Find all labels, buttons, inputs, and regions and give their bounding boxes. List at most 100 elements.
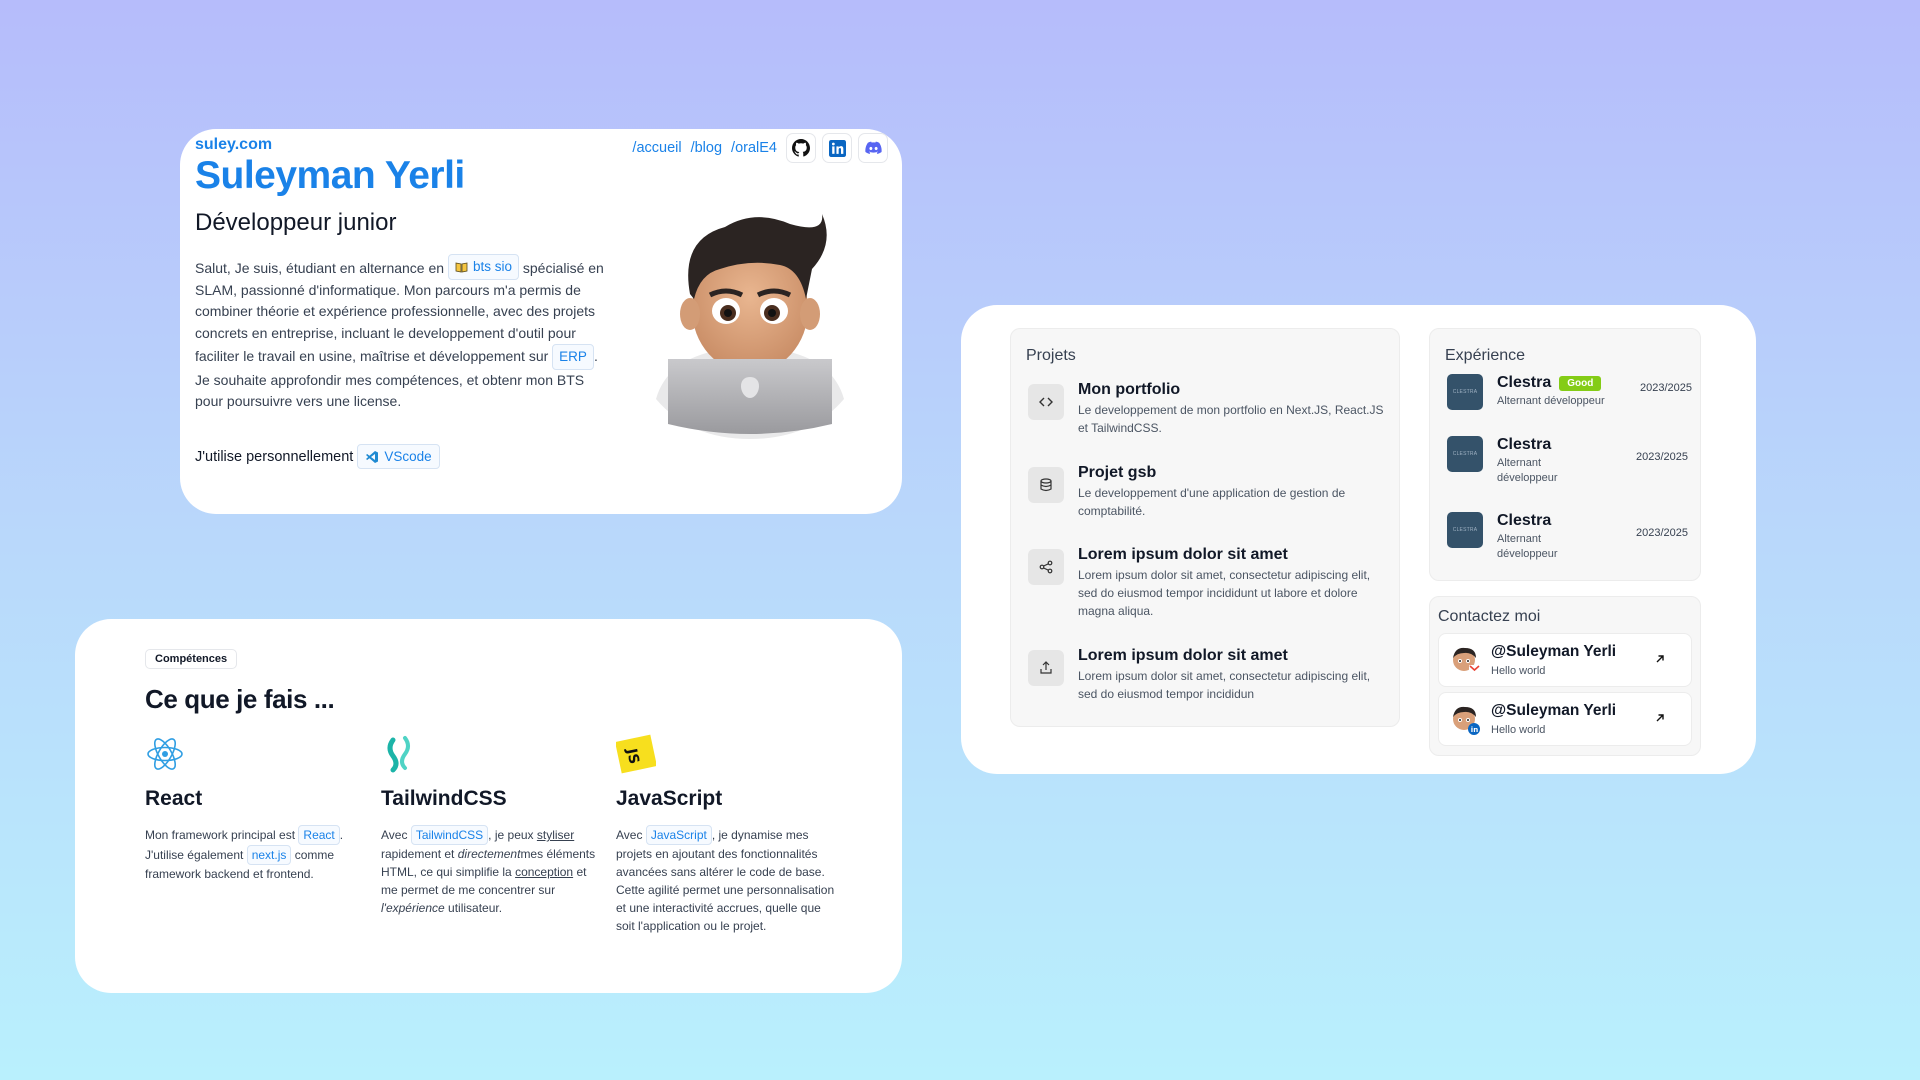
experience-panel: Expérience CLESTRA Clestra Good Alternant… [1429,328,1701,581]
company-name: Clestra [1497,512,1552,529]
project-title: Lorem ipsum dolor sit amet [1078,546,1288,563]
share-icon [1028,549,1064,585]
nav-accueil[interactable]: /accueil [632,140,681,156]
projects-title: Projets [1026,347,1076,364]
vscode-icon [366,450,379,463]
contact-subtext: Hello world [1491,665,1546,677]
skill-tailwind: TailwindCSS Avec TailwindCSS, je peux st… [381,734,601,917]
skill-react-title: React [145,787,203,810]
contact-linkedin[interactable]: in @Suleyman Yerli Hello world [1438,692,1692,746]
contact-handle: @Suleyman Yerli [1491,702,1617,719]
project-desc: Lorem ipsum dolor sit amet, consectetur … [1078,669,1371,701]
vscode-chip: VScode [357,444,440,469]
project-desc: Le developpement de mon portfolio en Nex… [1078,403,1384,435]
project-item[interactable]: Lorem ipsum dolor sit amet Lorem ipsum d… [1028,647,1388,703]
contact-panel: Contactez moi @Suleyman Yerli Hello worl… [1429,596,1701,756]
svg-text:in: in [1471,726,1478,734]
experience-date: 2023/2025 [1636,451,1688,463]
experience-role: Alternant développeur [1497,395,1605,407]
project-desc: Le developpement d'une application de ge… [1078,486,1346,518]
tailwind-icon [387,736,410,773]
upload-icon [1028,650,1064,686]
project-title: Projet gsb [1078,464,1157,481]
project-item[interactable]: Projet gsb Le developpement d'une applic… [1028,464,1388,520]
skill-javascript-title: JavaScript [616,787,723,810]
nav-orale4[interactable]: /oralE4 [731,140,777,156]
tw-italic-1: directement [457,847,521,861]
github-button[interactable] [786,133,816,163]
discord-button[interactable] [858,133,888,163]
experience-title: Expérience [1445,347,1526,364]
company-name: Clestra [1497,436,1552,453]
site-name[interactable]: suley.com [195,136,272,154]
arrow-up-right-icon [1656,714,1664,722]
github-icon [792,139,810,157]
linkedin-button[interactable] [822,133,852,163]
hero-card: suley.com Suleyman Yerli Développeur jun… [180,129,902,514]
tw-text-2: , je peux [488,828,534,842]
clestra-logo: CLESTRA [1447,512,1483,548]
experience-date: 2023/2025 [1640,382,1692,394]
projects-panel: Projets Mon portfolio Le developpement d… [1010,328,1400,727]
react-icon [147,738,183,770]
bio-text-1: Salut, Je suis, étudiant en alternance e… [195,259,445,276]
nextjs-chip: next.js [246,845,292,865]
skill-tailwind-desc: Avec TailwindCSS, je peux styliser rapid… [381,825,601,917]
memoji-avatar [656,214,844,439]
javascript-icon: JS [615,734,657,774]
contact-gmail[interactable]: @Suleyman Yerli Hello world [1438,633,1692,687]
portfolio-card: Projets Mon portfolio Le developpement d… [961,305,1756,774]
experience-role: Alternant développeur [1497,457,1558,484]
skill-react: React Mon framework principal est React.… [145,734,365,883]
company-name: Clestra [1497,374,1552,391]
contact-handle: @Suleyman Yerli [1491,643,1617,660]
experience-item[interactable]: CLESTRA Clestra Good Alternant développeu… [1447,374,1692,410]
vscode-label: VScode [384,449,432,464]
react-chip: React [298,825,340,845]
skill-tailwind-title: TailwindCSS [381,787,507,810]
book-icon [455,262,468,273]
database-icon [1028,467,1064,503]
tw-underline-1: styliser [536,828,575,842]
tw-italic-2: l'expérience [381,901,445,915]
svg-text:JS: JS [623,746,642,765]
experience-item[interactable]: CLESTRA Clestra Alternant développeur 20… [1447,436,1692,486]
skill-javascript: JS JavaScript Avec JavaScript, je dynami… [615,734,836,935]
page-title: Suleyman Yerli [195,154,465,197]
javascript-chip: JavaScript [645,825,712,845]
clestra-logo: CLESTRA [1447,436,1483,472]
tw-text-3: rapidement et [381,847,455,861]
status-badge: Good [1559,375,1602,391]
arrow-up-right-icon [1656,655,1664,663]
experience-date: 2023/2025 [1636,527,1688,539]
bio-text: Salut, Je suis, étudiant en alternance e… [195,254,615,413]
tw-text-1: Avec [381,828,408,842]
project-title: Mon portfolio [1078,381,1181,398]
tw-underline-2: conception [515,865,574,879]
skill-react-desc: Mon framework principal est React. J'uti… [145,825,365,883]
clestra-logo: CLESTRA [1447,374,1483,410]
project-item[interactable]: Lorem ipsum dolor sit amet Lorem ipsum d… [1028,546,1388,620]
contact-avatar [1453,647,1480,674]
erp-chip: ERP [552,344,594,370]
bts-sio-label: bts sio [472,259,512,274]
js-text-1: Avec [616,828,643,842]
tool-line: J'utilise personnellement VScode [195,444,440,469]
code-icon [1028,384,1064,420]
experience-item[interactable]: CLESTRA Clestra Alternant développeur 20… [1447,512,1692,562]
skills-title: Ce que je fais ... [145,684,335,714]
job-title: Développeur junior [195,209,397,236]
linkedin-icon [828,139,846,157]
experience-role: Alternant développeur [1497,533,1558,560]
discord-icon [864,141,882,155]
skills-card: Compétences Ce que je fais ... React Mon… [75,619,902,993]
skills-tag: Compétences [145,649,238,669]
contact-title: Contactez moi [1438,608,1541,625]
bts-sio-chip: bts sio [447,254,519,280]
contact-avatar: in [1453,706,1480,735]
nav-blog[interactable]: /blog [691,140,722,156]
top-nav: /accueil /blog /oralE4 [632,133,888,163]
project-item[interactable]: Mon portfolio Le developpement de mon po… [1028,381,1388,437]
react-text-1: Mon framework principal est [145,828,296,842]
project-title: Lorem ipsum dolor sit amet [1078,647,1288,664]
